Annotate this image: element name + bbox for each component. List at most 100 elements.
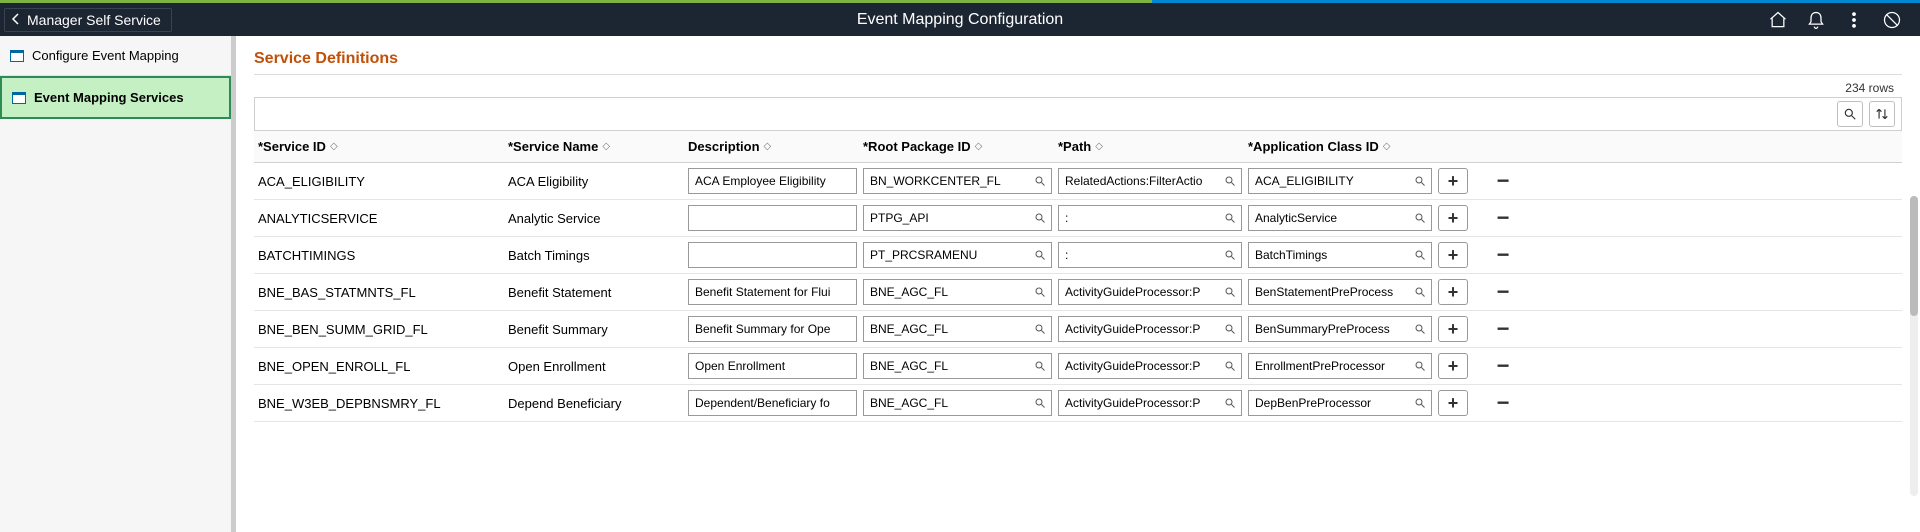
description-input[interactable]: [688, 390, 857, 416]
app-class-input[interactable]: [1249, 243, 1410, 267]
back-label: Manager Self Service: [27, 12, 161, 28]
header-action-icons: [1768, 10, 1920, 30]
lookup-icon[interactable]: [1410, 175, 1431, 187]
service-name-cell: Benefit Statement: [508, 285, 688, 300]
path-input[interactable]: [1059, 317, 1220, 341]
lookup-icon[interactable]: [1410, 212, 1431, 224]
col-service-name[interactable]: *Service Name◇: [508, 139, 688, 154]
lookup-icon[interactable]: [1030, 360, 1051, 372]
delete-row-button[interactable]: −: [1488, 390, 1518, 416]
app-class-input[interactable]: [1249, 317, 1410, 341]
add-row-button[interactable]: +: [1438, 390, 1468, 416]
add-row-button[interactable]: +: [1438, 205, 1468, 231]
col-path[interactable]: *Path◇: [1058, 139, 1248, 154]
header-bar: Manager Self Service Event Mapping Confi…: [0, 3, 1920, 36]
content-area: II Service Definitions 234 rows *Service…: [232, 36, 1920, 532]
lookup-icon[interactable]: [1030, 323, 1051, 335]
grid-sort-button[interactable]: [1869, 101, 1895, 127]
home-icon[interactable]: [1768, 10, 1788, 30]
sort-icon: ◇: [330, 141, 338, 152]
path-input[interactable]: [1059, 169, 1220, 193]
back-navigation[interactable]: Manager Self Service: [4, 8, 172, 32]
sidebar-item-event-mapping-services[interactable]: Event Mapping Services: [0, 76, 231, 119]
path-input[interactable]: [1059, 354, 1220, 378]
root-package-input[interactable]: [864, 354, 1030, 378]
lookup-icon[interactable]: [1030, 249, 1051, 261]
scrollbar-thumb[interactable]: [1910, 196, 1918, 316]
lookup-icon[interactable]: [1410, 323, 1431, 335]
sidebar-collapse-handle[interactable]: II: [232, 394, 236, 422]
lookup-icon[interactable]: [1220, 249, 1241, 261]
lookup-icon[interactable]: [1030, 286, 1051, 298]
col-root-package[interactable]: *Root Package ID◇: [863, 139, 1058, 154]
lookup-icon[interactable]: [1030, 212, 1051, 224]
app-class-input[interactable]: [1249, 280, 1410, 304]
lookup-icon[interactable]: [1220, 397, 1241, 409]
description-input[interactable]: [688, 353, 857, 379]
row-count: 234 rows: [254, 81, 1902, 95]
app-class-input[interactable]: [1249, 391, 1410, 415]
app-class-input[interactable]: [1249, 206, 1410, 230]
sidebar-item-configure-event-mapping[interactable]: Configure Event Mapping: [0, 36, 231, 76]
col-label: *Root Package ID: [863, 139, 971, 154]
description-input[interactable]: [688, 279, 857, 305]
add-row-button[interactable]: +: [1438, 168, 1468, 194]
delete-row-button[interactable]: −: [1488, 353, 1518, 379]
lookup-icon[interactable]: [1410, 360, 1431, 372]
col-label: *Path: [1058, 139, 1091, 154]
app-class-input[interactable]: [1249, 169, 1410, 193]
root-package-input[interactable]: [864, 317, 1030, 341]
description-input[interactable]: [688, 316, 857, 342]
path-input[interactable]: [1059, 391, 1220, 415]
service-id-cell: BNE_BEN_SUMM_GRID_FL: [258, 322, 508, 337]
lookup-icon[interactable]: [1220, 212, 1241, 224]
description-input[interactable]: [688, 205, 857, 231]
lookup-icon[interactable]: [1220, 323, 1241, 335]
table-row: BATCHTIMINGSBatch Timings+−: [254, 237, 1902, 274]
path-input[interactable]: [1059, 243, 1220, 267]
lookup-icon[interactable]: [1410, 249, 1431, 261]
lookup-icon[interactable]: [1030, 175, 1051, 187]
root-package-input[interactable]: [864, 391, 1030, 415]
description-input[interactable]: [688, 168, 857, 194]
vertical-scrollbar[interactable]: [1910, 196, 1918, 496]
col-app-class[interactable]: *Application Class ID◇: [1248, 139, 1438, 154]
notifications-icon[interactable]: [1806, 10, 1826, 30]
lookup-icon[interactable]: [1410, 286, 1431, 298]
service-id-cell: BNE_BAS_STATMNTS_FL: [258, 285, 508, 300]
add-row-button[interactable]: +: [1438, 316, 1468, 342]
col-description[interactable]: Description◇: [688, 139, 863, 154]
delete-row-button[interactable]: −: [1488, 279, 1518, 305]
navbar-icon[interactable]: [1882, 10, 1902, 30]
add-row-button[interactable]: +: [1438, 353, 1468, 379]
sort-icon: ◇: [602, 141, 610, 152]
page-icon: [12, 92, 26, 104]
service-id-cell: BNE_OPEN_ENROLL_FL: [258, 359, 508, 374]
root-package-input[interactable]: [864, 169, 1030, 193]
add-row-button[interactable]: +: [1438, 279, 1468, 305]
col-service-id[interactable]: *Service ID◇: [258, 139, 508, 154]
sidebar-item-label: Event Mapping Services: [34, 90, 184, 105]
lookup-icon[interactable]: [1410, 397, 1431, 409]
lookup-icon[interactable]: [1220, 175, 1241, 187]
path-input[interactable]: [1059, 206, 1220, 230]
delete-row-button[interactable]: −: [1488, 242, 1518, 268]
service-name-cell: Open Enrollment: [508, 359, 688, 374]
grid-search-button[interactable]: [1837, 101, 1863, 127]
path-input[interactable]: [1059, 280, 1220, 304]
add-row-button[interactable]: +: [1438, 242, 1468, 268]
delete-row-button[interactable]: −: [1488, 168, 1518, 194]
root-package-input[interactable]: [864, 280, 1030, 304]
lookup-icon[interactable]: [1220, 360, 1241, 372]
section-title: Service Definitions: [254, 50, 1902, 75]
root-package-input[interactable]: [864, 206, 1030, 230]
lookup-icon[interactable]: [1220, 286, 1241, 298]
table-row: ACA_ELIGIBILITYACA Eligibility+−: [254, 163, 1902, 200]
root-package-input[interactable]: [864, 243, 1030, 267]
description-input[interactable]: [688, 242, 857, 268]
app-class-input[interactable]: [1249, 354, 1410, 378]
actions-menu-icon[interactable]: [1844, 10, 1864, 30]
delete-row-button[interactable]: −: [1488, 205, 1518, 231]
lookup-icon[interactable]: [1030, 397, 1051, 409]
delete-row-button[interactable]: −: [1488, 316, 1518, 342]
